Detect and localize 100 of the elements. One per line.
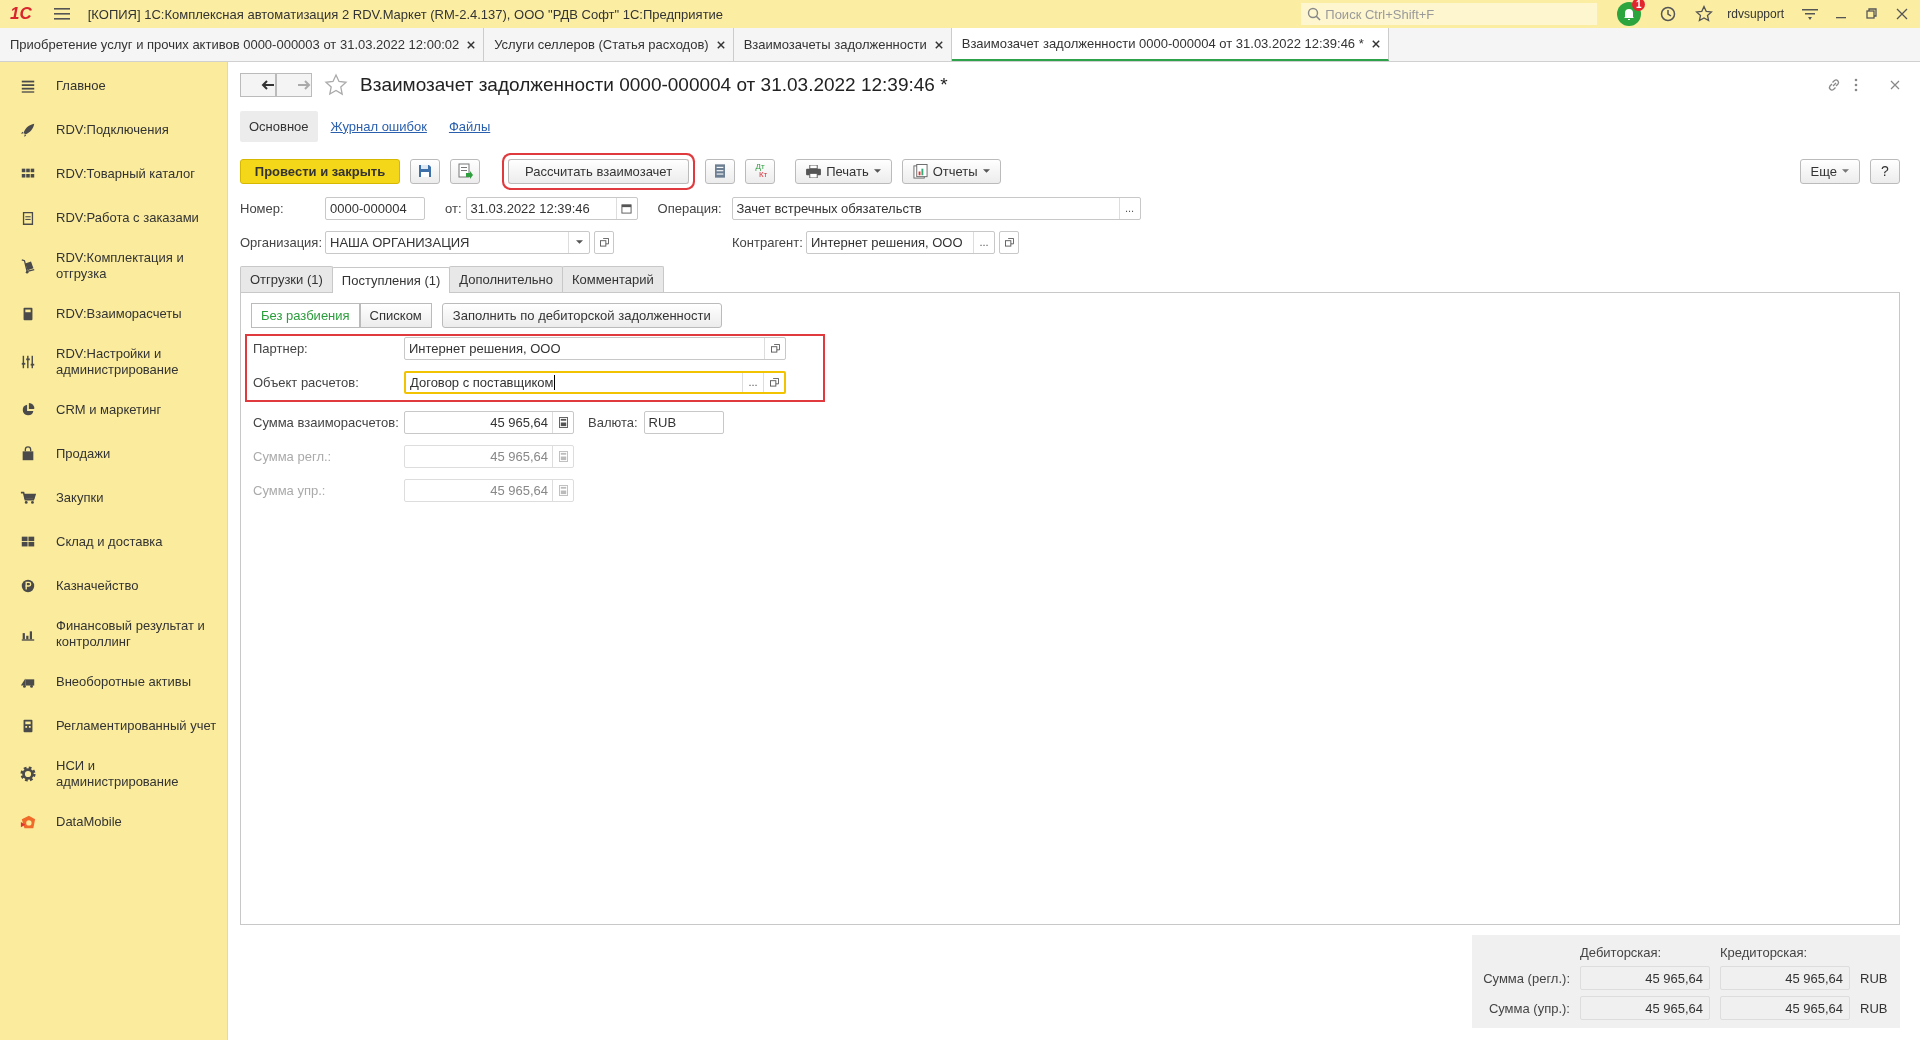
close-icon[interactable] bbox=[1371, 39, 1380, 48]
logo-icon bbox=[20, 814, 36, 830]
sidebar-item[interactable]: RDV:Товарный каталог bbox=[0, 152, 227, 196]
open-button[interactable] bbox=[594, 230, 614, 254]
amount-field[interactable]: 45 965,64 bbox=[404, 410, 574, 434]
currency-code: RUB bbox=[1860, 970, 1889, 986]
help-button[interactable]: ? bbox=[1870, 158, 1900, 184]
column-header: Дебиторская: bbox=[1580, 945, 1663, 960]
total-value: 45 965,64 bbox=[1720, 996, 1850, 1020]
logo[interactable]: 1С bbox=[10, 4, 32, 24]
organization-field[interactable]: НАША ОРГАНИЗАЦИЯ bbox=[325, 230, 590, 254]
dropdown-icon bbox=[575, 240, 583, 244]
form-tab[interactable]: Отгрузки (1) bbox=[240, 266, 333, 292]
more-button[interactable]: Еще bbox=[1799, 158, 1860, 184]
field-label: Операция: bbox=[657, 200, 723, 216]
date-field[interactable]: 31.03.2022 12:39:46 bbox=[465, 196, 638, 220]
menu-icon[interactable] bbox=[53, 7, 70, 21]
star-icon[interactable] bbox=[324, 73, 348, 97]
section-link[interactable]: Основное bbox=[240, 110, 318, 142]
notification-button[interactable]: 1 bbox=[1617, 2, 1642, 26]
sidebar-item[interactable]: Закупки bbox=[0, 476, 227, 520]
field-label: Сумма упр.: bbox=[253, 482, 327, 498]
user-name[interactable]: rdvsupport bbox=[1727, 7, 1784, 21]
close-icon[interactable] bbox=[716, 40, 725, 49]
counterparty-field[interactable]: Интернет решения, ООО ... bbox=[806, 230, 995, 254]
field-label: Номер: bbox=[240, 200, 285, 216]
currency-code: RUB bbox=[1860, 1000, 1889, 1016]
calculator-icon bbox=[558, 484, 568, 496]
total-value: 45 965,64 bbox=[1580, 996, 1710, 1020]
dolly-icon bbox=[20, 258, 36, 274]
printer-icon bbox=[806, 164, 822, 178]
field-label: Партнер: bbox=[253, 340, 309, 356]
sidebar-item[interactable]: DataMobile bbox=[0, 800, 227, 844]
form-tab[interactable]: Комментарий bbox=[561, 266, 664, 292]
sidebar-item[interactable]: Главное bbox=[0, 64, 227, 108]
sidebar-item[interactable]: CRM и маркетинг bbox=[0, 388, 227, 432]
close-icon[interactable] bbox=[1896, 8, 1908, 20]
post-button[interactable] bbox=[450, 158, 480, 184]
number-field[interactable]: 0000-000004 bbox=[325, 196, 425, 220]
fill-button[interactable]: Заполнить по дебиторской задолженности bbox=[441, 303, 722, 328]
close-icon[interactable] bbox=[934, 40, 943, 49]
field-label: Сумма взаиморасчетов: bbox=[253, 414, 400, 430]
sidebar-item[interactable]: Регламентированный учет bbox=[0, 704, 227, 748]
sidebar-item[interactable]: Внеоборотные активы bbox=[0, 660, 227, 704]
sidebar-item[interactable]: RDV:Подключения bbox=[0, 108, 227, 152]
open-icon bbox=[770, 343, 780, 353]
total-value: 45 965,64 bbox=[1720, 966, 1850, 990]
mode-toggle-button[interactable]: Без разбиения bbox=[251, 303, 360, 328]
sidebar-item[interactable]: Финансовый результат и контроллинг bbox=[0, 608, 227, 660]
caret-icon bbox=[982, 169, 990, 173]
mode-toggle-button[interactable]: Списком bbox=[359, 303, 432, 328]
column-header: Кредиторская: bbox=[1720, 945, 1809, 960]
total-label: Сумма (регл.): bbox=[1482, 970, 1570, 986]
open-button[interactable] bbox=[999, 230, 1019, 254]
save-button[interactable] bbox=[410, 158, 440, 184]
clipboard-icon bbox=[20, 210, 36, 226]
post-and-close-button[interactable]: Провести и закрыть bbox=[240, 158, 400, 184]
operation-field[interactable]: Зачет встречных обязательств ... bbox=[731, 196, 1141, 220]
sidebar-item[interactable]: Склад и доставка bbox=[0, 520, 227, 564]
pie-chart-icon bbox=[20, 402, 36, 418]
sidebar-item[interactable]: RDV:Работа с заказами bbox=[0, 196, 227, 240]
back-arrow-icon bbox=[261, 80, 275, 90]
coin-icon bbox=[20, 578, 36, 594]
sidebar-item[interactable]: RDV:Настройки и администрирование bbox=[0, 336, 227, 388]
sidebar-item[interactable]: RDV:Комплектация и отгрузка bbox=[0, 240, 227, 292]
print-button[interactable]: Печать bbox=[795, 158, 892, 184]
field-label: Контрагент: bbox=[732, 234, 804, 250]
currency-field[interactable]: RUB bbox=[643, 410, 724, 434]
section-link[interactable]: Журнал ошибок bbox=[321, 110, 436, 142]
more-icon[interactable] bbox=[1854, 78, 1858, 92]
filter-icon[interactable] bbox=[1802, 7, 1818, 21]
back-button[interactable] bbox=[240, 73, 276, 97]
form-tab[interactable]: Дополнительно bbox=[449, 266, 563, 292]
open-icon bbox=[599, 237, 609, 247]
calculator-icon bbox=[558, 416, 568, 428]
settlement-object-field[interactable]: Договор с поставщиком ... bbox=[404, 370, 786, 394]
document-title: Взаимозачет задолженности 0000-000004 от 31.03.2022 12:39:46 * bbox=[360, 74, 948, 96]
sidebar-item[interactable]: НСИ и администрирование bbox=[0, 748, 227, 800]
form-tab[interactable]: Поступления (1) bbox=[331, 267, 451, 293]
caret-icon bbox=[873, 169, 881, 173]
calculator-icon bbox=[558, 450, 568, 462]
close-icon[interactable] bbox=[467, 40, 476, 49]
star-icon[interactable] bbox=[1695, 5, 1714, 23]
section-link[interactable]: Файлы bbox=[439, 110, 500, 142]
forward-arrow-icon bbox=[297, 80, 311, 90]
list-button[interactable] bbox=[705, 158, 736, 184]
sidebar-item[interactable]: Казначейство bbox=[0, 564, 227, 608]
link-icon[interactable] bbox=[1826, 77, 1842, 93]
reports-button[interactable]: Отчеты bbox=[901, 158, 1001, 184]
document-tab[interactable]: Взаимозачет задолженности 0000-000004 от 31.03.2022 12:39:46 * bbox=[951, 28, 1389, 61]
search-field[interactable]: Поиск Ctrl+Shift+F bbox=[1301, 3, 1598, 25]
restore-icon[interactable] bbox=[1866, 8, 1878, 20]
sliders-icon bbox=[20, 354, 36, 370]
history-icon[interactable] bbox=[1659, 5, 1678, 23]
debit-credit-button[interactable]: Дт Кт bbox=[745, 158, 776, 184]
total-label: Сумма (упр.): bbox=[1487, 1000, 1570, 1016]
sidebar-item[interactable]: Продажи bbox=[0, 432, 227, 476]
sidebar-item[interactable]: RDV:Взаиморасчеты bbox=[0, 292, 227, 336]
calendar-icon bbox=[621, 202, 632, 214]
partner-field[interactable]: Интернет решения, ООО bbox=[404, 336, 786, 360]
